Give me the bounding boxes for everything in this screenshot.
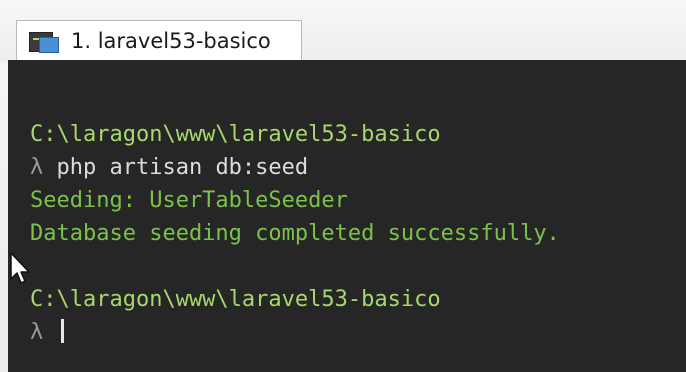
terminal-output: C:\laragon\www\laravel53-basico λ php ar… xyxy=(30,118,560,349)
terminal-line-path: C:\laragon\www\laravel53-basico xyxy=(30,122,441,147)
tab-bar: 1. laravel53-basico xyxy=(0,0,686,62)
terminal-line-command: λ php artisan db:seed xyxy=(30,151,560,184)
terminal-line-output: Seeding: UserTableSeeder xyxy=(30,188,348,213)
command-text: php artisan db:seed xyxy=(56,155,309,180)
terminal-line-prompt[interactable]: λ xyxy=(30,316,560,349)
tab-title: 1. laravel53-basico xyxy=(71,28,271,53)
text-cursor xyxy=(60,319,64,343)
console-icon xyxy=(29,30,59,53)
terminal-line-path: C:\laragon\www\laravel53-basico xyxy=(30,287,441,312)
prompt-lambda: λ xyxy=(30,320,44,345)
prompt-lambda: λ xyxy=(30,155,44,180)
terminal-line-output: Database seeding completed successfully. xyxy=(30,221,560,246)
tab-laravel53-basico[interactable]: 1. laravel53-basico xyxy=(16,20,302,60)
app-window: 1. laravel53-basico C:\laragon\www\larav… xyxy=(0,0,686,372)
mouse-pointer-icon xyxy=(10,252,30,284)
console-icon-front xyxy=(39,36,59,53)
terminal-area[interactable]: C:\laragon\www\laravel53-basico λ php ar… xyxy=(8,60,686,372)
